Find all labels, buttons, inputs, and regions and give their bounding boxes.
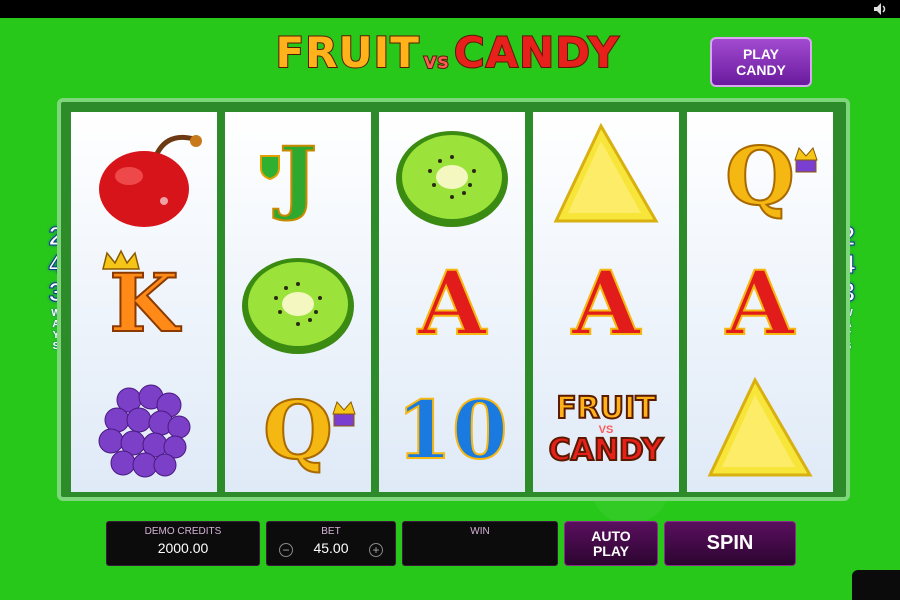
- bet-panel: BET 45.00 − +: [266, 521, 396, 566]
- reel-4: A FRUIT VS CANDY: [533, 112, 679, 492]
- symbol-ten: 10: [379, 366, 525, 493]
- bet-increase-button[interactable]: +: [369, 543, 383, 557]
- cherry-icon: [99, 134, 202, 227]
- ace-letter: A: [571, 250, 641, 355]
- demo-credits-label: DEMO CREDITS: [144, 526, 222, 537]
- speaker-icon[interactable]: [874, 3, 888, 15]
- play-candy-button[interactable]: PLAY CANDY: [710, 37, 812, 87]
- top-bar: [0, 0, 900, 18]
- reel-2: J Q: [225, 112, 371, 492]
- play-candy-line1: PLAY: [742, 46, 780, 62]
- reel-5: Q A: [687, 112, 833, 492]
- symbol-king: K: [71, 239, 217, 366]
- crown-icon: [332, 400, 356, 426]
- symbol-kiwi: [379, 112, 525, 239]
- queen-letter: Q: [262, 382, 334, 477]
- queen-card: Q: [262, 389, 356, 471]
- crown-icon: [102, 248, 141, 270]
- auto-play-line2: PLAY: [592, 542, 630, 559]
- symbol-logo-wild: FRUIT VS CANDY: [533, 366, 679, 493]
- logo-fruit-text: FRUIT: [274, 27, 420, 78]
- wild-logo-candy: CANDY: [548, 432, 665, 468]
- symbol-kiwi: [225, 239, 371, 366]
- symbol-ace: A: [687, 239, 833, 366]
- game-stage: FRUITVSCANDY PLAY CANDY 2 4 3 WAYS 2 4 3…: [0, 0, 900, 600]
- ten-number: 10: [395, 382, 508, 477]
- symbol-queen: Q: [687, 112, 833, 239]
- win-panel: WIN: [402, 521, 558, 566]
- reel-1: K: [71, 112, 217, 492]
- auto-play-line1: AUTO: [591, 527, 631, 544]
- ace-letter: A: [417, 250, 487, 355]
- play-candy-line2: CANDY: [736, 62, 786, 78]
- reel-frame: K J Q A 10 A FRUIT VS CANDY Q A: [57, 98, 850, 501]
- symbol-grapes: [71, 366, 217, 493]
- grapes-icon: [98, 384, 191, 477]
- logo-vs-text: VS: [423, 52, 450, 73]
- corner-menu-tab[interactable]: [852, 570, 900, 600]
- bet-label: BET: [321, 526, 341, 537]
- spin-button[interactable]: SPIN: [664, 521, 796, 566]
- game-logo: FRUIT VSCANDY: [255, 27, 640, 86]
- symbol-cherry: [71, 112, 217, 239]
- win-label: WIN: [470, 526, 490, 537]
- pineapple-icon: [707, 376, 813, 476]
- spin-label: SPIN: [706, 532, 754, 554]
- demo-credits-value: 2000.00: [157, 540, 209, 556]
- bet-decrease-button[interactable]: −: [279, 543, 293, 557]
- ace-letter: A: [725, 250, 795, 355]
- reel-3: A 10: [379, 112, 525, 492]
- jack-card: J: [260, 135, 318, 217]
- kiwi-icon: [242, 257, 354, 354]
- symbol-pineapple: [687, 366, 833, 493]
- logo-candy-text: CANDY: [453, 27, 620, 78]
- demo-credits-panel: DEMO CREDITS 2000.00: [106, 521, 260, 566]
- queen-letter: Q: [724, 128, 796, 223]
- symbol-ace: A: [379, 239, 525, 366]
- kiwi-icon: [396, 130, 508, 227]
- queen-card: Q: [724, 135, 818, 217]
- jack-letter: J: [278, 128, 318, 223]
- symbol-jack: J: [225, 112, 371, 239]
- symbol-ace: A: [533, 239, 679, 366]
- wild-logo-fruit: FRUIT: [555, 390, 657, 426]
- pineapple-icon: [553, 122, 659, 222]
- shield-icon: [260, 154, 281, 180]
- crown-icon: [794, 146, 818, 172]
- auto-play-button[interactable]: AUTO PLAY: [564, 521, 658, 566]
- symbol-pineapple: [533, 112, 679, 239]
- symbol-queen: Q: [225, 366, 371, 493]
- king-card: K: [102, 248, 180, 344]
